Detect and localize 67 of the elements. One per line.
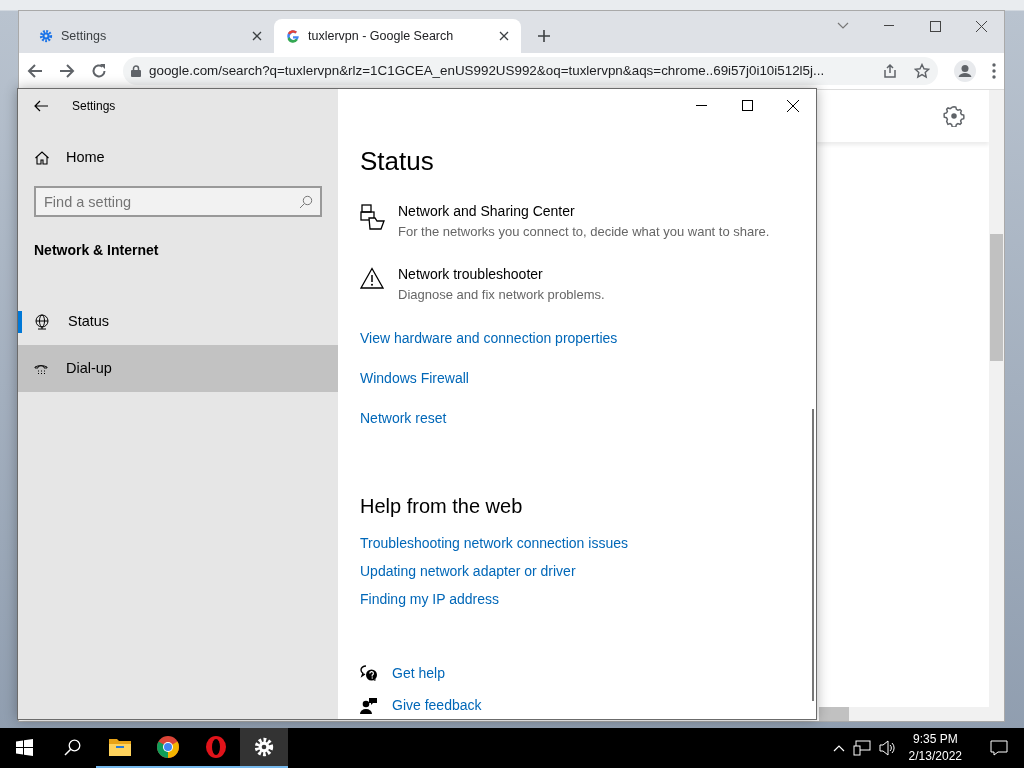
feedback-person-icon	[360, 697, 378, 714]
item-title[interactable]: Network and Sharing Center	[398, 201, 770, 222]
home-icon	[34, 150, 50, 166]
notification-icon[interactable]	[990, 740, 1008, 756]
search-icon	[299, 195, 313, 209]
maximize-icon	[929, 20, 941, 32]
google-g-icon	[286, 29, 300, 43]
profile-avatar-icon[interactable]	[954, 60, 976, 82]
settings-icon[interactable]	[943, 105, 965, 127]
maximize-icon	[741, 100, 753, 111]
window-title: Settings	[72, 97, 116, 115]
back-icon[interactable]	[34, 99, 48, 112]
link[interactable]: Troubleshooting network connection issues	[360, 533, 628, 554]
globe-icon	[34, 313, 50, 330]
star-icon[interactable]	[914, 63, 930, 79]
reload-icon[interactable]	[91, 63, 107, 79]
item-description: For the networks you connect to, decide what you want to share.	[398, 223, 770, 241]
plus-icon	[537, 29, 551, 43]
chevron-down-icon	[837, 22, 849, 30]
scrollbar[interactable]	[989, 90, 1004, 721]
lock-icon	[131, 65, 141, 77]
menu-icon[interactable]	[992, 63, 996, 79]
link[interactable]: Windows Firewall	[360, 368, 469, 389]
chevron-up-icon[interactable]	[832, 744, 845, 752]
search-icon	[63, 738, 81, 756]
clock[interactable]: 9:35 PM 2/13/2022	[904, 731, 966, 765]
share-icon[interactable]	[882, 63, 898, 79]
browser-tab[interactable]: tuxlervpn - Google Search	[274, 19, 521, 53]
scrollbar-thumb[interactable]	[990, 234, 1003, 361]
link[interactable]: Get help	[392, 663, 445, 684]
windows-start-icon	[15, 738, 33, 756]
close-tab-icon[interactable]	[252, 31, 262, 41]
taskbar-button[interactable]	[240, 728, 288, 768]
gear-icon	[39, 29, 53, 43]
section-heading: Network & Internet	[33, 241, 160, 260]
scrollbar[interactable]	[819, 707, 989, 721]
link[interactable]: View hardware and connection properties	[360, 328, 618, 349]
network-icon[interactable]	[852, 740, 871, 756]
nav-item[interactable]: Status	[18, 298, 338, 345]
section-heading: Help from the web	[360, 494, 524, 519]
opera-logo-icon	[205, 735, 227, 759]
link[interactable]: Network reset	[360, 408, 447, 429]
close-icon	[787, 99, 799, 112]
close-tab-icon[interactable]	[499, 31, 509, 41]
volume-icon[interactable]	[878, 740, 897, 756]
close-icon	[975, 20, 987, 32]
item-title[interactable]: Network troubleshooter	[398, 263, 605, 285]
minimize-icon	[695, 104, 707, 107]
back-icon[interactable]	[27, 63, 43, 79]
network-sharing-icon	[360, 204, 386, 230]
link[interactable]: Updating network adapter or driver	[360, 561, 576, 582]
search-field[interactable]: Find a setting	[34, 186, 322, 217]
link[interactable]: Give feedback	[392, 695, 482, 716]
help-chat-icon	[360, 665, 378, 682]
link[interactable]: Finding my IP address	[360, 589, 500, 610]
folder-icon	[108, 737, 132, 757]
home-nav-item[interactable]: Home	[18, 130, 338, 186]
chrome-logo-icon	[156, 735, 180, 759]
forward-icon[interactable]	[59, 63, 75, 79]
scrollbar-thumb[interactable]	[819, 707, 849, 721]
browser-tab[interactable]: Settings	[27, 19, 274, 53]
minimize-icon	[884, 25, 894, 27]
settings-gear-icon	[254, 737, 274, 757]
item-description: Diagnose and fix network problems.	[398, 285, 605, 304]
page-heading: Status	[360, 145, 435, 178]
nav-item[interactable]: Dial-up	[18, 345, 338, 392]
warning-icon	[360, 266, 384, 289]
